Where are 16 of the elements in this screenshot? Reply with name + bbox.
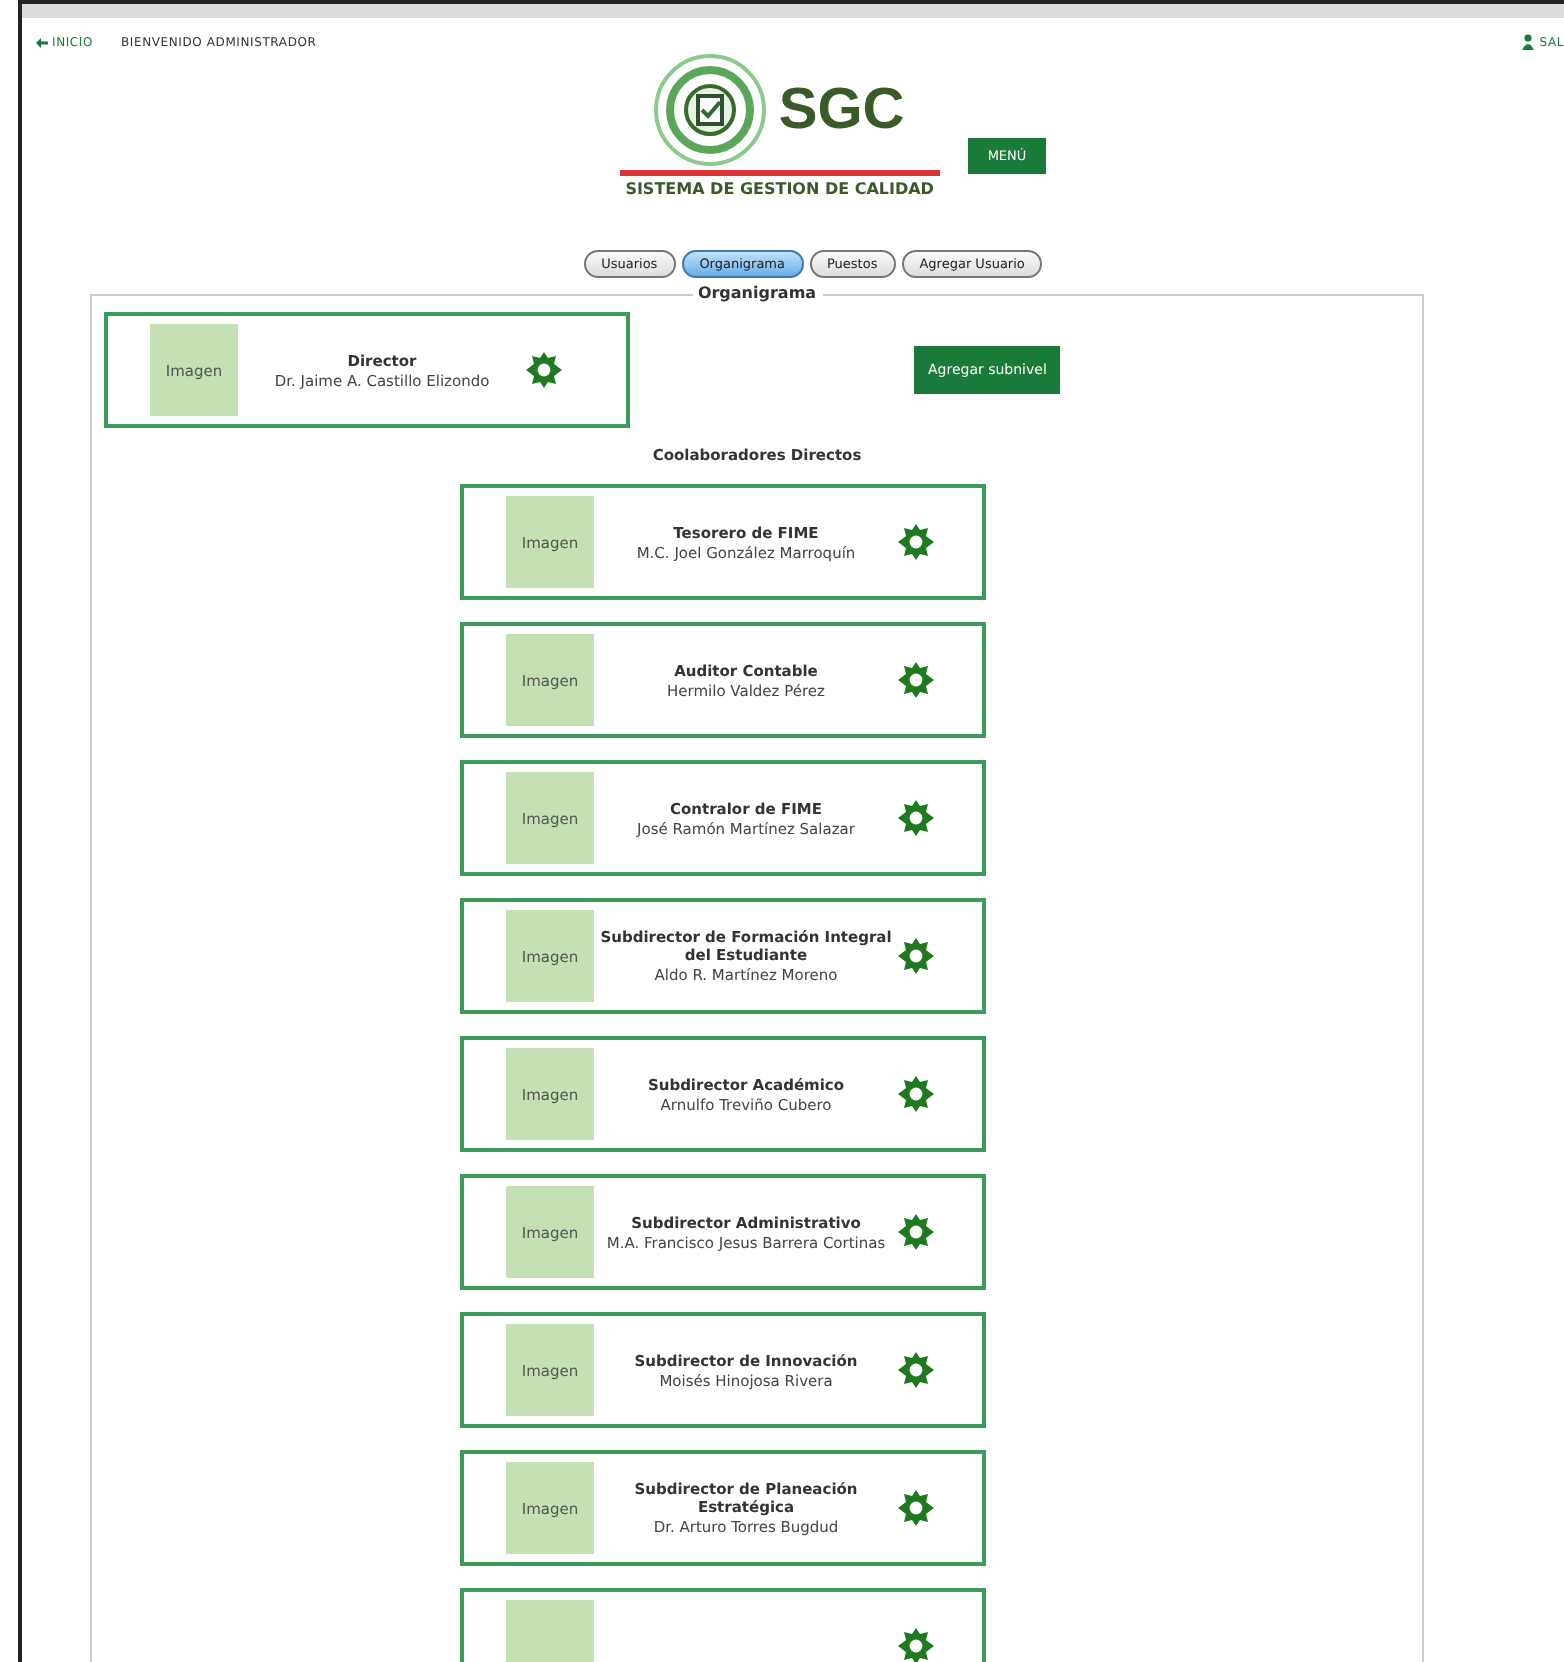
settings-icon[interactable] [898,938,934,974]
seal-logo-icon [654,54,767,166]
left-arrow-icon [36,37,48,47]
settings-icon[interactable] [526,352,562,388]
settings-icon[interactable] [898,1628,934,1662]
settings-icon[interactable] [898,800,934,836]
settings-icon[interactable] [898,1214,934,1250]
logo-text: SGC [778,77,905,143]
settings-icon[interactable] [898,1076,934,1112]
settings-icon[interactable] [898,1352,934,1388]
settings-icon[interactable] [898,662,934,698]
panel-legend: Organigrama [691,284,823,302]
user-icon [1521,34,1534,50]
logo-subtitle: SISTEMA DE GESTION DE CALIDAD [625,180,934,198]
settings-icon[interactable] [898,1490,934,1526]
settings-icon[interactable] [898,524,934,560]
